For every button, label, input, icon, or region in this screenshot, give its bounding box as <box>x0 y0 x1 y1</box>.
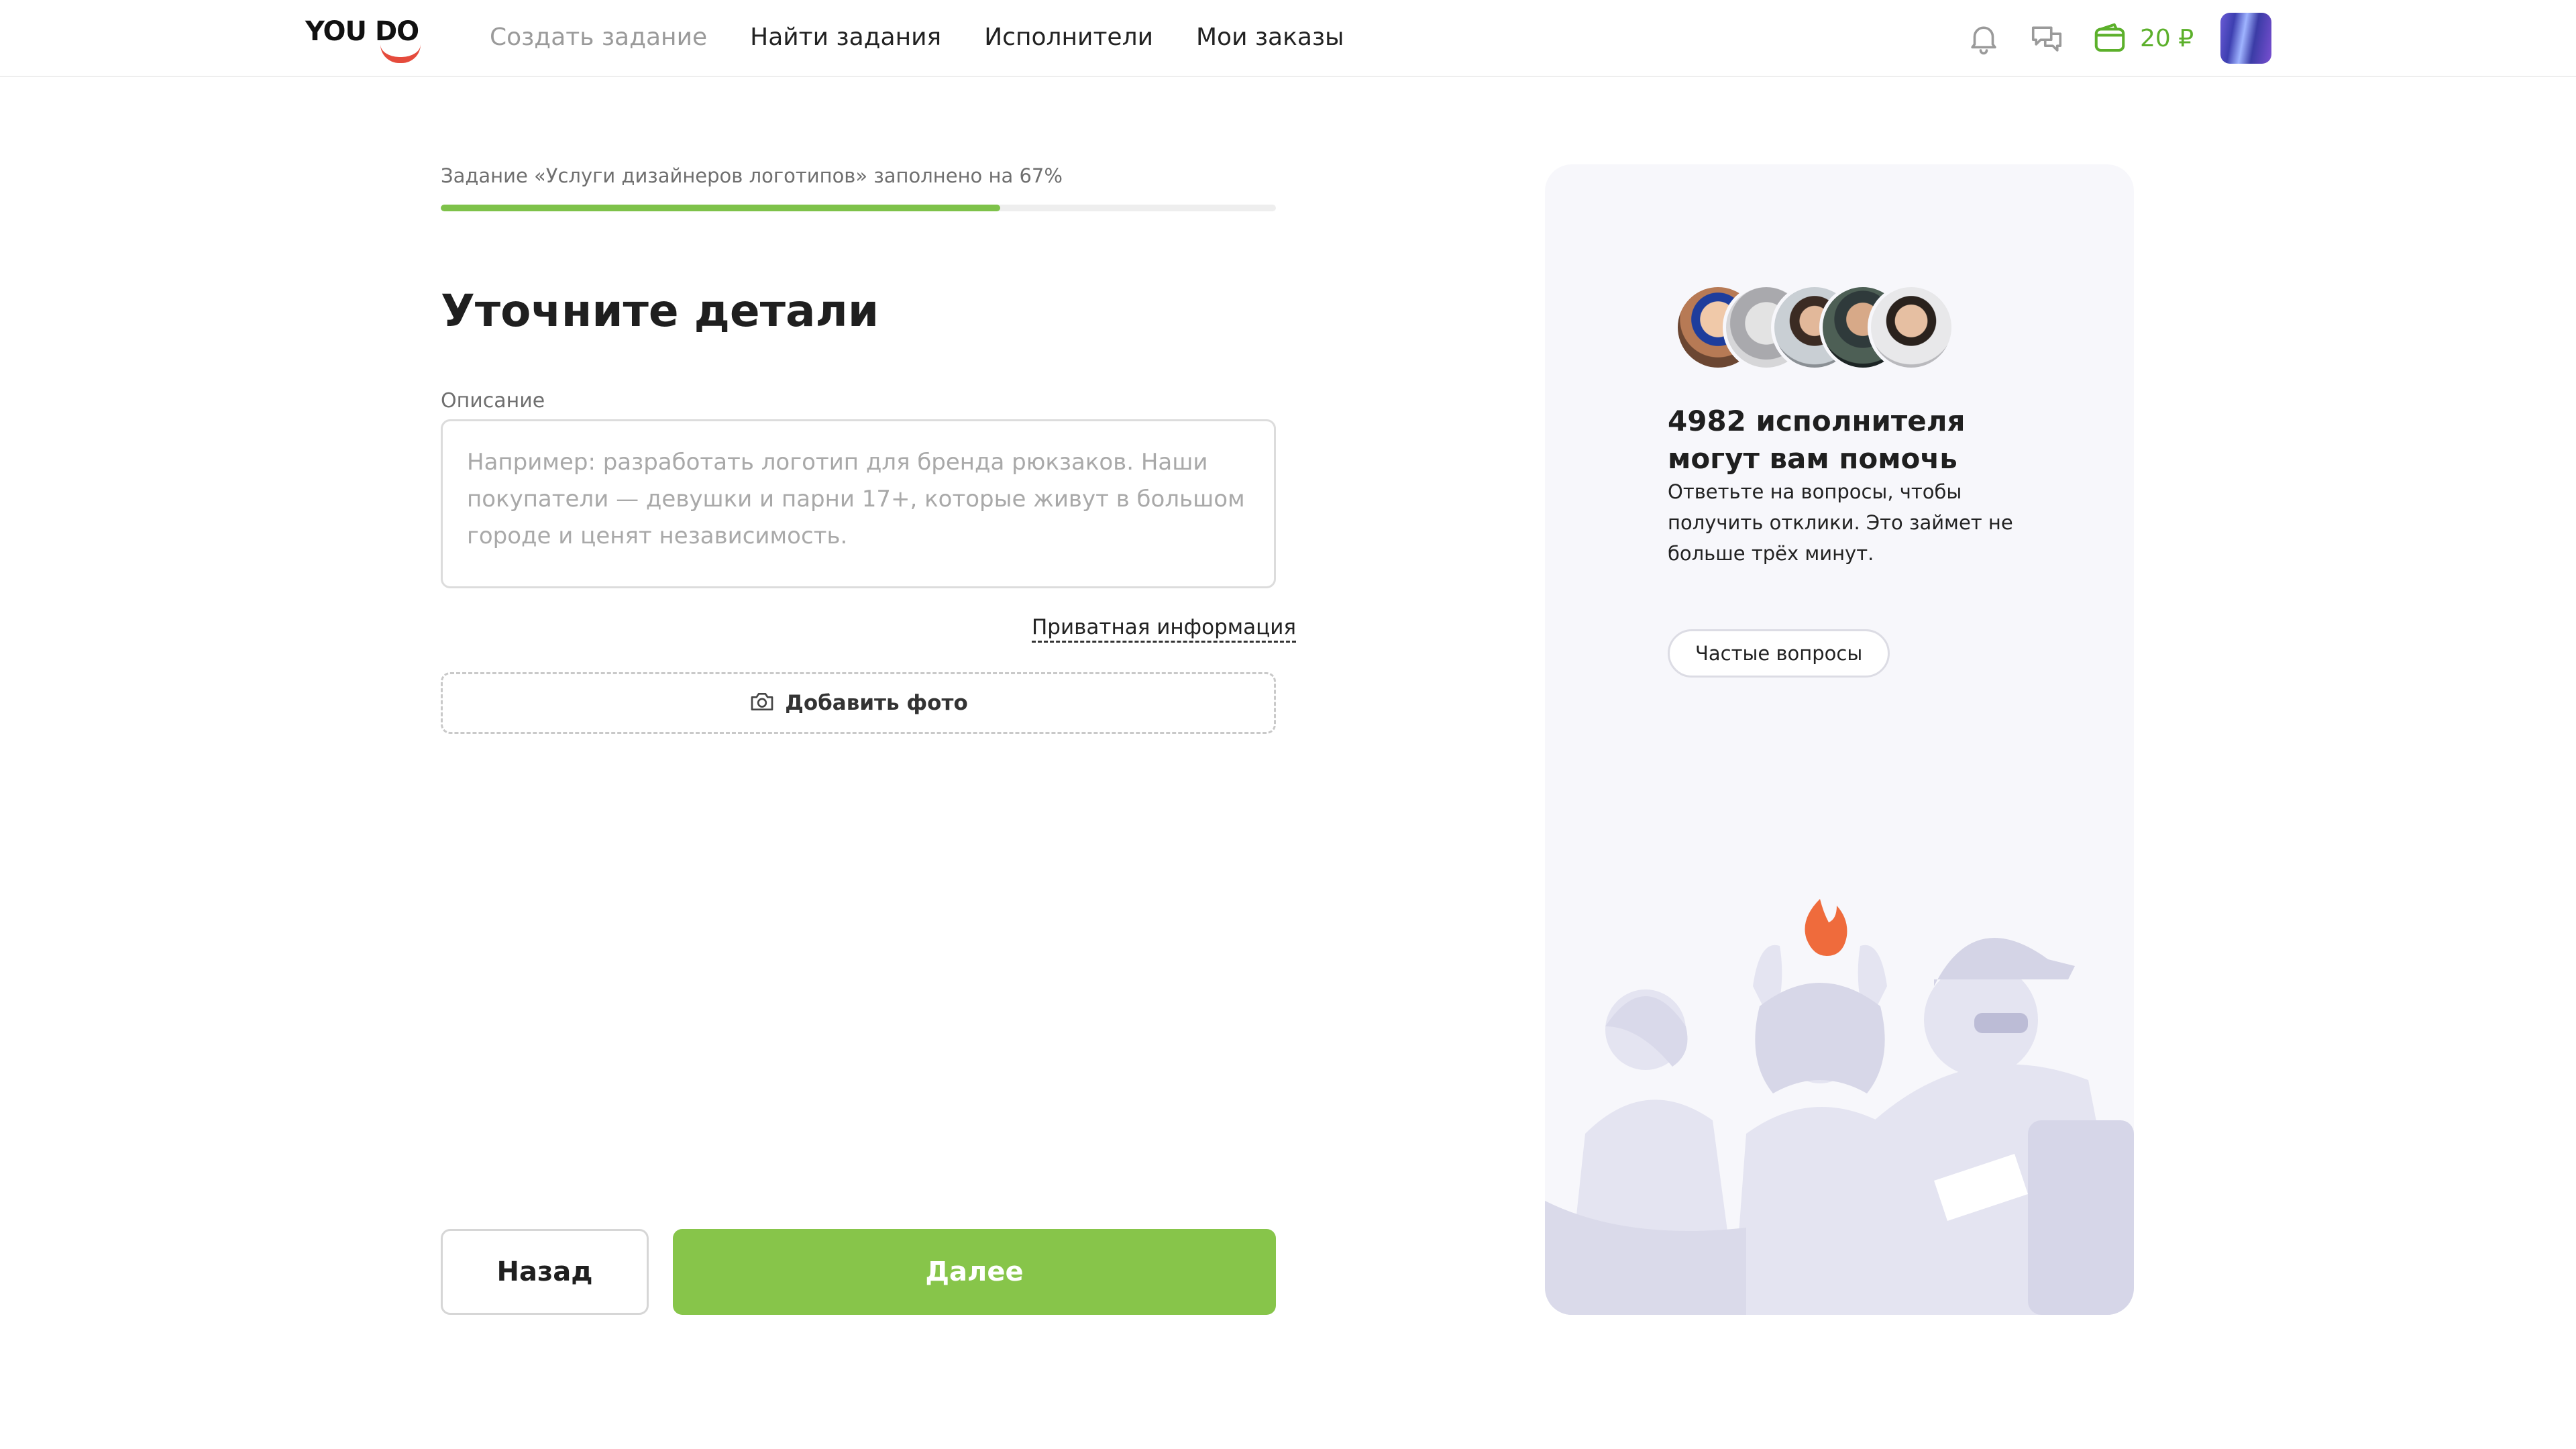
progress-label: Задание «Услуги дизайнеров логотипов» за… <box>441 164 1063 187</box>
bell-icon[interactable] <box>1966 20 2002 56</box>
nav-find-tasks[interactable]: Найти задания <box>750 23 941 51</box>
nav-performers[interactable]: Исполнители <box>984 23 1153 51</box>
description-label: Описание <box>441 389 545 413</box>
back-button[interactable]: Назад <box>441 1229 649 1315</box>
nav-create-task[interactable]: Создать задание <box>490 23 707 51</box>
logo-text: YOU DO <box>305 16 419 47</box>
performer-avatar <box>1868 284 1955 371</box>
next-button[interactable]: Далее <box>673 1229 1276 1315</box>
add-photo-button[interactable]: Добавить фото <box>441 672 1276 734</box>
description-field[interactable] <box>441 419 1276 588</box>
balance-button[interactable]: 20 ₽ <box>2092 20 2194 56</box>
main-nav: Создать задание Найти задания Исполнител… <box>490 20 1344 54</box>
youdo-logo[interactable]: YOU DO <box>305 15 426 63</box>
progress-bar <box>441 205 1276 211</box>
performers-illustration <box>1545 899 2134 1315</box>
top-header: YOU DO Создать задание Найти задания Исп… <box>0 0 2576 77</box>
camera-icon <box>749 688 775 718</box>
performer-avatars <box>1674 284 1955 371</box>
header-actions: 20 ₽ <box>1966 10 2272 66</box>
logo-smile-mark <box>380 44 421 63</box>
user-avatar[interactable] <box>2220 13 2272 64</box>
info-text: Ответьте на вопросы, чтобы получить откл… <box>1668 480 2013 565</box>
performers-count-title: 4982 исполнителя могут вам помочь <box>1668 405 1966 475</box>
progress-bar-fill <box>441 205 1001 211</box>
wallet-icon <box>2092 20 2128 56</box>
nav-my-orders[interactable]: Мои заказы <box>1196 23 1344 51</box>
info-card: 4982 исполнителя могут вам помочь Ответь… <box>1545 164 2134 1315</box>
chat-icon[interactable] <box>2029 20 2065 56</box>
balance-amount: 20 ₽ <box>2140 24 2194 52</box>
faq-button[interactable]: Частые вопросы <box>1668 629 1890 678</box>
page-title: Уточните детали <box>441 285 879 337</box>
private-info-link[interactable]: Приватная информация <box>1032 615 1297 643</box>
add-photo-label: Добавить фото <box>785 691 968 715</box>
